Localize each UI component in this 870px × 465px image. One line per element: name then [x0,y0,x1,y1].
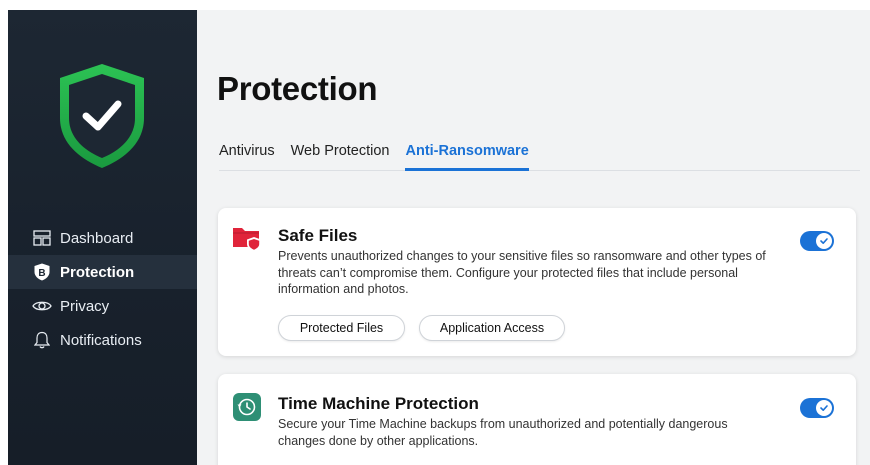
sidebar-item-label: Notifications [60,331,142,349]
card-title: Time Machine Protection [278,394,479,413]
tab-bar: Antivirus Web Protection Anti-Ransomware [219,143,860,171]
shield-check-logo-icon [56,60,148,172]
svg-text:B: B [38,268,45,279]
safe-files-toggle[interactable] [800,231,834,251]
sidebar: Dashboard B Protection Privacy Notificat… [8,10,197,465]
check-icon [816,400,832,416]
app-window: Dashboard B Protection Privacy Notificat… [8,10,870,465]
folder-shield-icon [232,222,262,252]
sidebar-item-dashboard[interactable]: Dashboard [8,221,197,255]
tab-web-protection[interactable]: Web Protection [291,143,390,169]
main-content: Protection Antivirus Web Protection Anti… [197,10,870,465]
check-icon [816,233,832,249]
application-access-button[interactable]: Application Access [419,315,565,341]
time-machine-toggle[interactable] [800,398,834,418]
card-description: Prevents unauthorized changes to your se… [278,249,766,296]
safe-files-card: Safe Files Prevents unauthorized changes… [218,208,856,356]
sidebar-item-privacy[interactable]: Privacy [8,289,197,323]
sidebar-item-notifications[interactable]: Notifications [8,323,197,357]
sidebar-item-label: Protection [60,263,135,281]
sidebar-nav: Dashboard B Protection Privacy Notificat… [8,221,197,357]
sidebar-item-protection[interactable]: B Protection [8,255,197,289]
bell-icon [32,330,52,350]
protected-files-button[interactable]: Protected Files [278,315,405,341]
tab-antivirus[interactable]: Antivirus [219,143,275,169]
shield-b-icon: B [32,262,52,282]
sidebar-item-label: Privacy [60,297,110,315]
tab-anti-ransomware[interactable]: Anti-Ransomware [405,143,529,171]
time-machine-icon [232,392,262,422]
sidebar-item-label: Dashboard [60,229,134,247]
card-description: Secure your Time Machine backups from un… [278,417,728,448]
card-title: Safe Files [278,226,358,245]
dashboard-icon [32,228,52,248]
time-machine-card: Time Machine Protection Secure your Time… [218,374,856,465]
page-title: Protection [217,70,378,107]
eye-icon [32,296,52,316]
